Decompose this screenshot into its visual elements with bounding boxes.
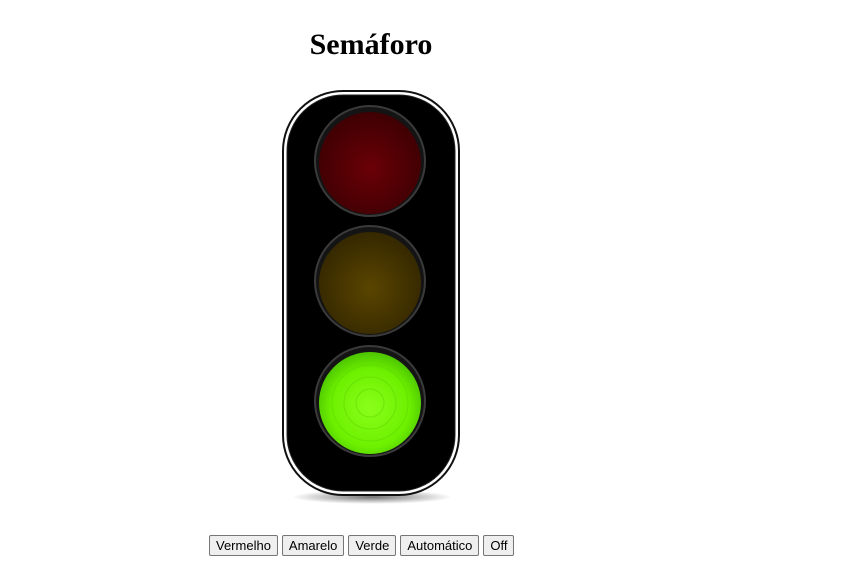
red-button[interactable]: Vermelho bbox=[209, 535, 278, 556]
traffic-light bbox=[281, 89, 463, 509]
off-button[interactable]: Off bbox=[483, 535, 515, 556]
controls-bar: Vermelho Amarelo Verde Automático Off bbox=[209, 535, 515, 556]
yellow-button[interactable]: Amarelo bbox=[281, 535, 345, 556]
red-lamp bbox=[314, 105, 426, 217]
green-button[interactable]: Verde bbox=[348, 535, 397, 556]
traffic-light-graphic bbox=[282, 90, 460, 504]
yellow-lamp bbox=[314, 225, 426, 337]
page-title: Semáforo bbox=[309, 28, 433, 61]
auto-button[interactable]: Automático bbox=[400, 535, 480, 556]
green-lamp bbox=[314, 345, 426, 457]
